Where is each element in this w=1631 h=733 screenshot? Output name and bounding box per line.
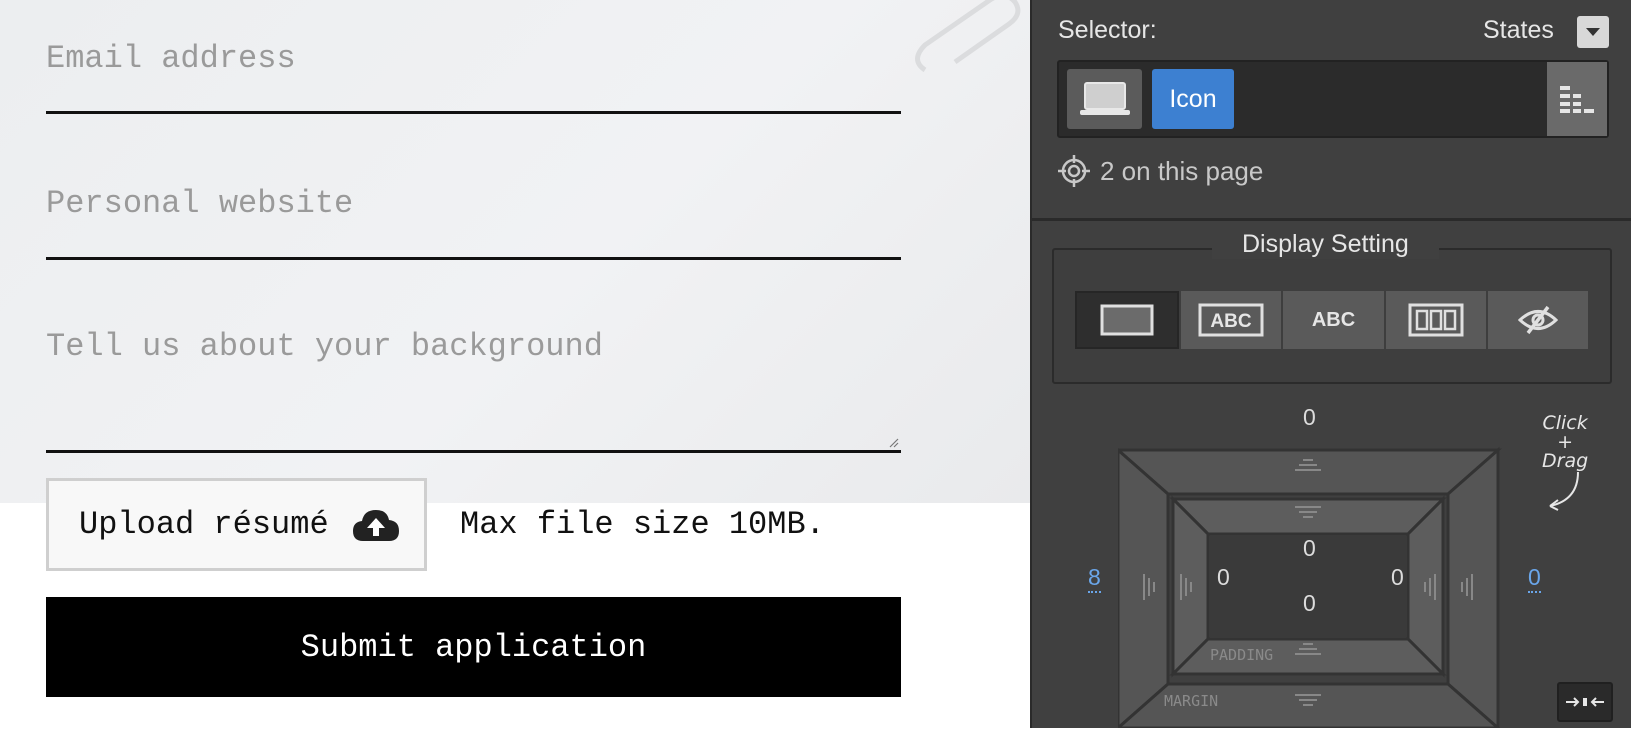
display-none-button[interactable] xyxy=(1487,291,1589,349)
target-icon xyxy=(1058,155,1090,187)
email-field-wrapper xyxy=(46,40,901,114)
display-flex-button[interactable] xyxy=(1385,291,1486,349)
padding-label: PADDING xyxy=(1210,646,1273,664)
chevron-down-icon xyxy=(1586,28,1600,36)
padding-top-value[interactable]: 0 xyxy=(1303,535,1316,562)
display-inline-block-icon: ABC xyxy=(1198,303,1264,337)
submit-application-button[interactable]: Submit application xyxy=(46,597,901,697)
selector-menu-button[interactable] xyxy=(1547,62,1607,136)
selector-count-text: 2 on this page xyxy=(1100,155,1264,186)
display-block-icon xyxy=(1100,304,1154,336)
display-setting-title: Display Setting xyxy=(1212,230,1439,259)
states-label: States xyxy=(1483,16,1554,44)
max-file-size-note: Max file size 10MB. xyxy=(460,506,825,543)
curved-arrow-icon xyxy=(1549,471,1579,511)
nested-list-icon xyxy=(1560,86,1594,113)
hint-line-3: Drag xyxy=(1542,450,1589,472)
resize-grip-icon[interactable] xyxy=(889,438,899,448)
states-dropdown-button[interactable] xyxy=(1577,16,1609,48)
margin-left-value[interactable]: 8 xyxy=(1088,564,1101,593)
collapse-margins-button[interactable] xyxy=(1557,682,1613,722)
upload-resume-button[interactable]: Upload résumé xyxy=(46,478,427,571)
display-inline-button[interactable]: ABC xyxy=(1283,291,1384,349)
display-flex-icon xyxy=(1408,303,1464,337)
display-block-button[interactable] xyxy=(1075,291,1180,349)
margin-top-value[interactable]: 0 xyxy=(1303,404,1316,431)
margin-right-value[interactable]: 0 xyxy=(1528,564,1541,593)
collapse-arrows-icon xyxy=(1566,697,1604,707)
selector-label: Selector: xyxy=(1058,16,1157,44)
selector-count[interactable]: 2 on this page xyxy=(1058,155,1263,187)
cloud-upload-icon xyxy=(352,509,399,541)
eye-slash-icon xyxy=(1517,305,1558,335)
box-model-editor[interactable]: PADDING MARGIN 0 8 0 0 0 0 0 xyxy=(1088,404,1578,732)
display-inline-icon: ABC xyxy=(1311,308,1356,331)
padding-right-value[interactable]: 0 xyxy=(1391,564,1404,591)
selector-class-chip[interactable]: Icon xyxy=(1152,69,1234,129)
click-drag-hint: Click + Drag xyxy=(1542,414,1588,471)
website-field-wrapper xyxy=(46,185,901,260)
upload-resume-label: Upload résumé xyxy=(79,506,329,543)
background-textarea[interactable] xyxy=(46,328,901,438)
paperclip-decoration-icon xyxy=(915,0,1021,73)
website-input[interactable] xyxy=(46,185,901,222)
device-breakpoint-chip[interactable] xyxy=(1067,69,1142,129)
background-field-wrapper xyxy=(46,328,901,453)
panel-divider xyxy=(1032,218,1631,221)
margin-label: MARGIN xyxy=(1164,692,1218,710)
box-model-diagram: PADDING MARGIN xyxy=(1114,446,1502,732)
padding-bottom-value[interactable]: 0 xyxy=(1303,590,1316,617)
display-options-row: ABC ABC xyxy=(1075,291,1589,349)
padding-left-value[interactable]: 0 xyxy=(1217,564,1230,591)
style-panel: Selector: States Icon 2 on this page Dis… xyxy=(1030,0,1631,732)
selector-field[interactable]: Icon xyxy=(1057,60,1609,138)
page-canvas: Upload résumé Max file size 10MB. Submit… xyxy=(0,0,1030,728)
email-input[interactable] xyxy=(46,40,901,77)
display-inline-block-text: ABC xyxy=(1211,311,1252,332)
display-inline-block-button[interactable]: ABC xyxy=(1181,291,1282,349)
laptop-icon xyxy=(1079,82,1130,115)
